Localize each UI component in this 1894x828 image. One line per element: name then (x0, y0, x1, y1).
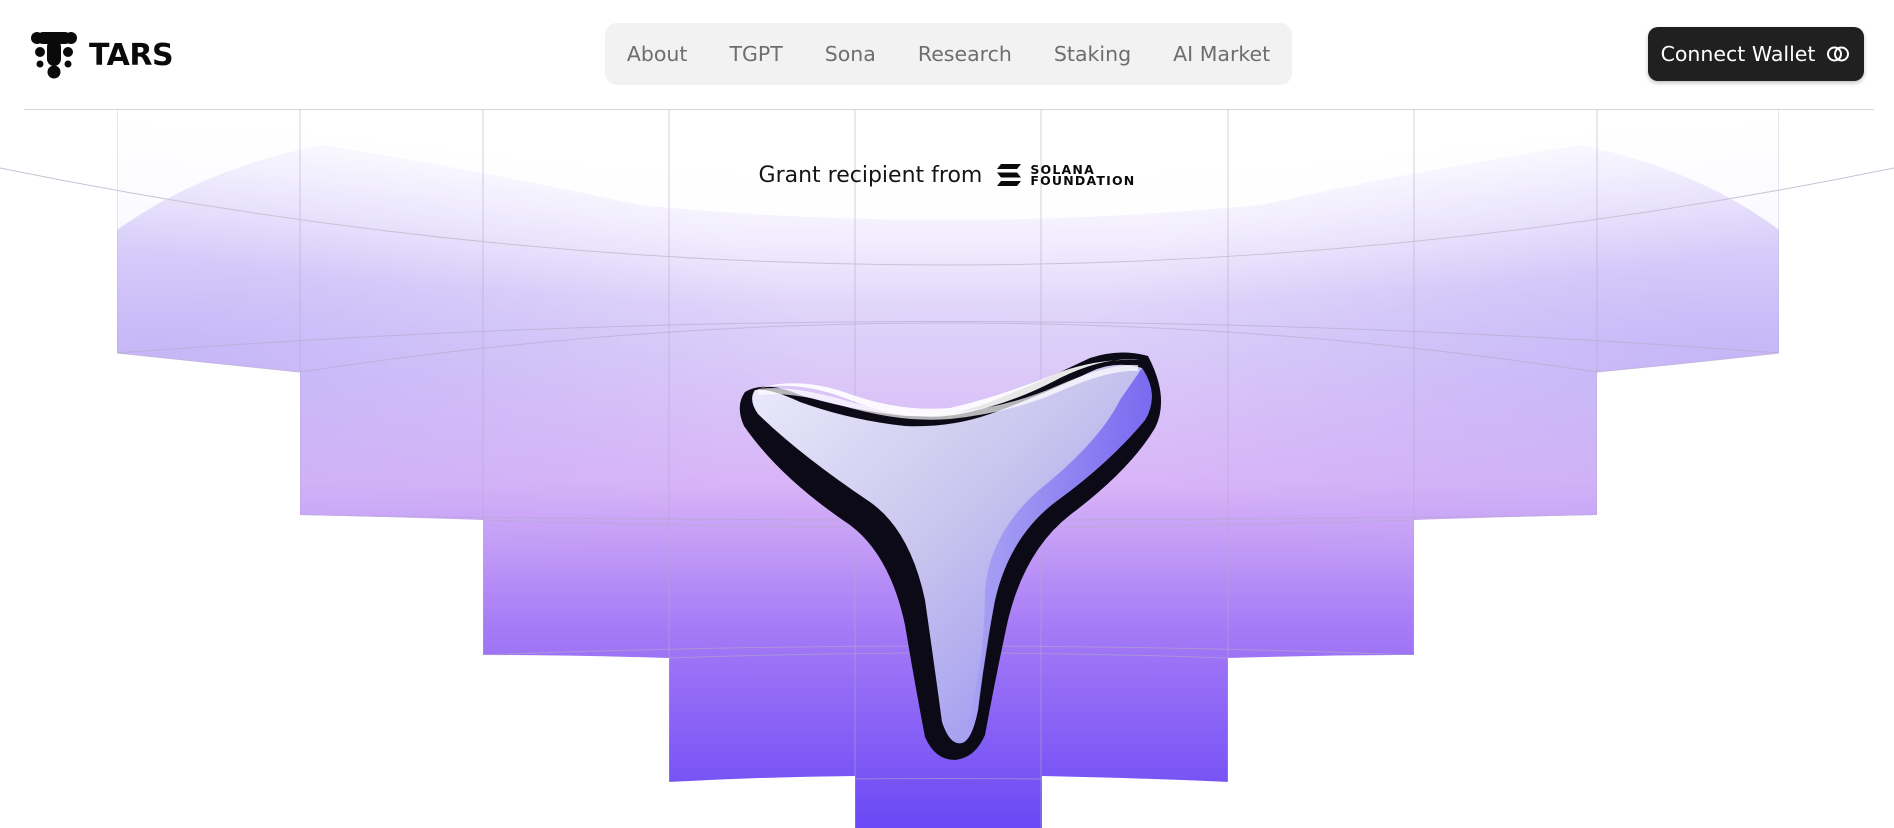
brand-logo[interactable]: TARS (31, 30, 174, 80)
solana-foundation-logo[interactable]: SOLANA FOUNDATION (996, 163, 1135, 187)
connect-wallet-label: Connect Wallet (1660, 42, 1816, 66)
main-nav: About TGPT Sona Research Staking AI Mark… (605, 23, 1292, 85)
connect-wallet-button[interactable]: Connect Wallet (1648, 27, 1864, 81)
nav-item-research[interactable]: Research (897, 42, 1033, 66)
site-header: TARS About TGPT Sona Research Staking AI… (0, 0, 1894, 110)
foundation-word: FOUNDATION (1030, 173, 1136, 188)
nav-item-tgpt[interactable]: TGPT (708, 42, 803, 66)
nav-item-sona[interactable]: Sona (804, 42, 897, 66)
link-icon (1827, 46, 1850, 62)
nav-item-ai-market[interactable]: AI Market (1152, 42, 1291, 66)
hero-section: Grant recipient from SOLANA FOUNDATION (0, 110, 1894, 828)
grant-banner: Grant recipient from SOLANA FOUNDATION (0, 155, 1894, 195)
nav-item-staking[interactable]: Staking (1033, 42, 1152, 66)
gradient-grid-background (0, 110, 1894, 828)
grant-text: Grant recipient from (758, 162, 983, 188)
tars-logo-icon (31, 32, 77, 79)
brand-name: TARS (89, 37, 174, 73)
solana-logo-icon (997, 164, 1022, 186)
nav-item-about[interactable]: About (606, 42, 709, 66)
